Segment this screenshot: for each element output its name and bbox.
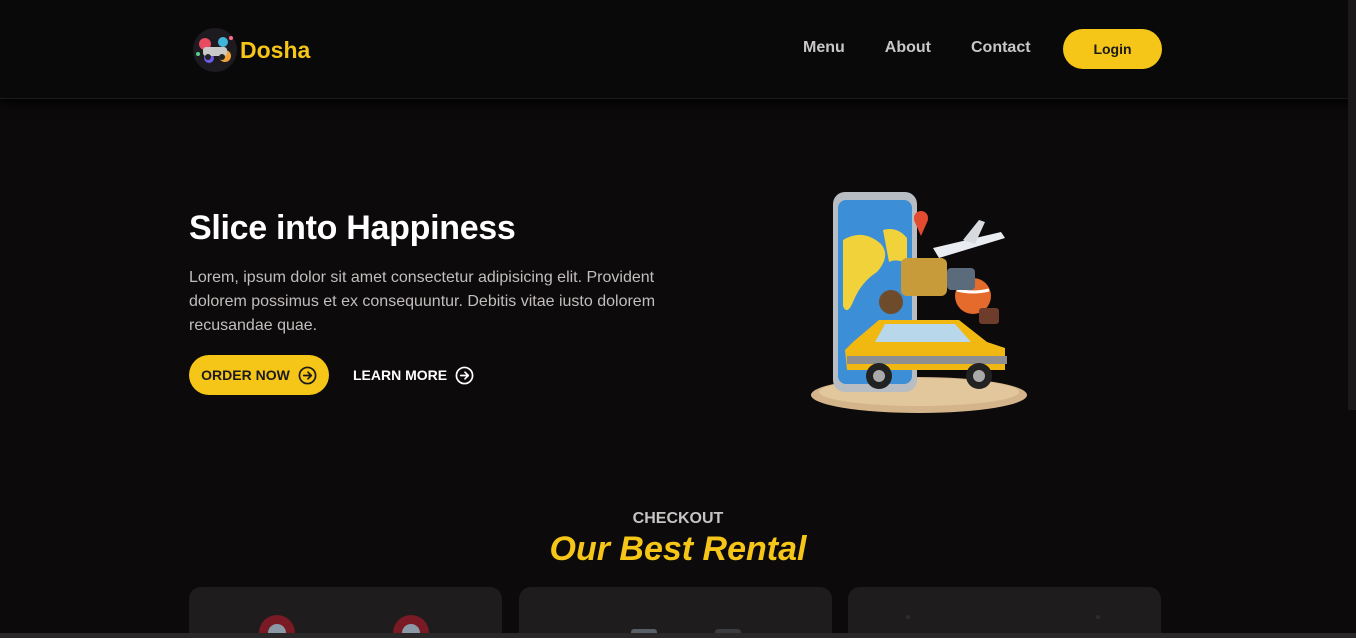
brand-logo-link[interactable]: Dosha: [189, 24, 310, 76]
order-now-label: ORDER NOW: [201, 367, 290, 383]
horizontal-scrollbar[interactable]: [0, 633, 1356, 638]
learn-more-label: LEARN MORE: [353, 367, 448, 383]
rental-card[interactable]: [189, 587, 502, 638]
nav-contact-link[interactable]: Contact: [971, 38, 1031, 58]
top-navbar: Dosha Menu About Contact Login: [0, 0, 1356, 99]
car-image: [631, 629, 741, 638]
hero-description: Lorem, ipsum dolor sit amet consectetur …: [189, 269, 656, 334]
vehicle-image: [906, 615, 1100, 619]
nav-about-link[interactable]: About: [885, 38, 931, 58]
main-nav: Menu About Contact: [803, 38, 1071, 58]
order-now-button[interactable]: ORDER NOW: [189, 355, 329, 395]
arrow-circle-right-icon: [455, 366, 474, 384]
vertical-scrollbar[interactable]: [1348, 0, 1356, 410]
travel-phone-car-illustration: [811, 192, 1027, 413]
red-motorbike-image: [259, 615, 429, 638]
arrow-circle-right-icon: [298, 366, 317, 384]
rental-card[interactable]: [519, 587, 832, 638]
hero-title: Slice into Happiness: [189, 209, 516, 247]
section-eyebrow: CHECKOUT: [632, 510, 724, 527]
nav-menu-link[interactable]: Menu: [803, 38, 845, 58]
learn-more-button[interactable]: LEARN MORE: [353, 355, 474, 395]
logo-icon: [193, 28, 237, 72]
login-button[interactable]: Login: [1063, 29, 1162, 69]
section-title: Our Best Rental: [549, 530, 807, 568]
rental-card[interactable]: [848, 587, 1161, 638]
brand-name: Dosha: [240, 36, 311, 63]
